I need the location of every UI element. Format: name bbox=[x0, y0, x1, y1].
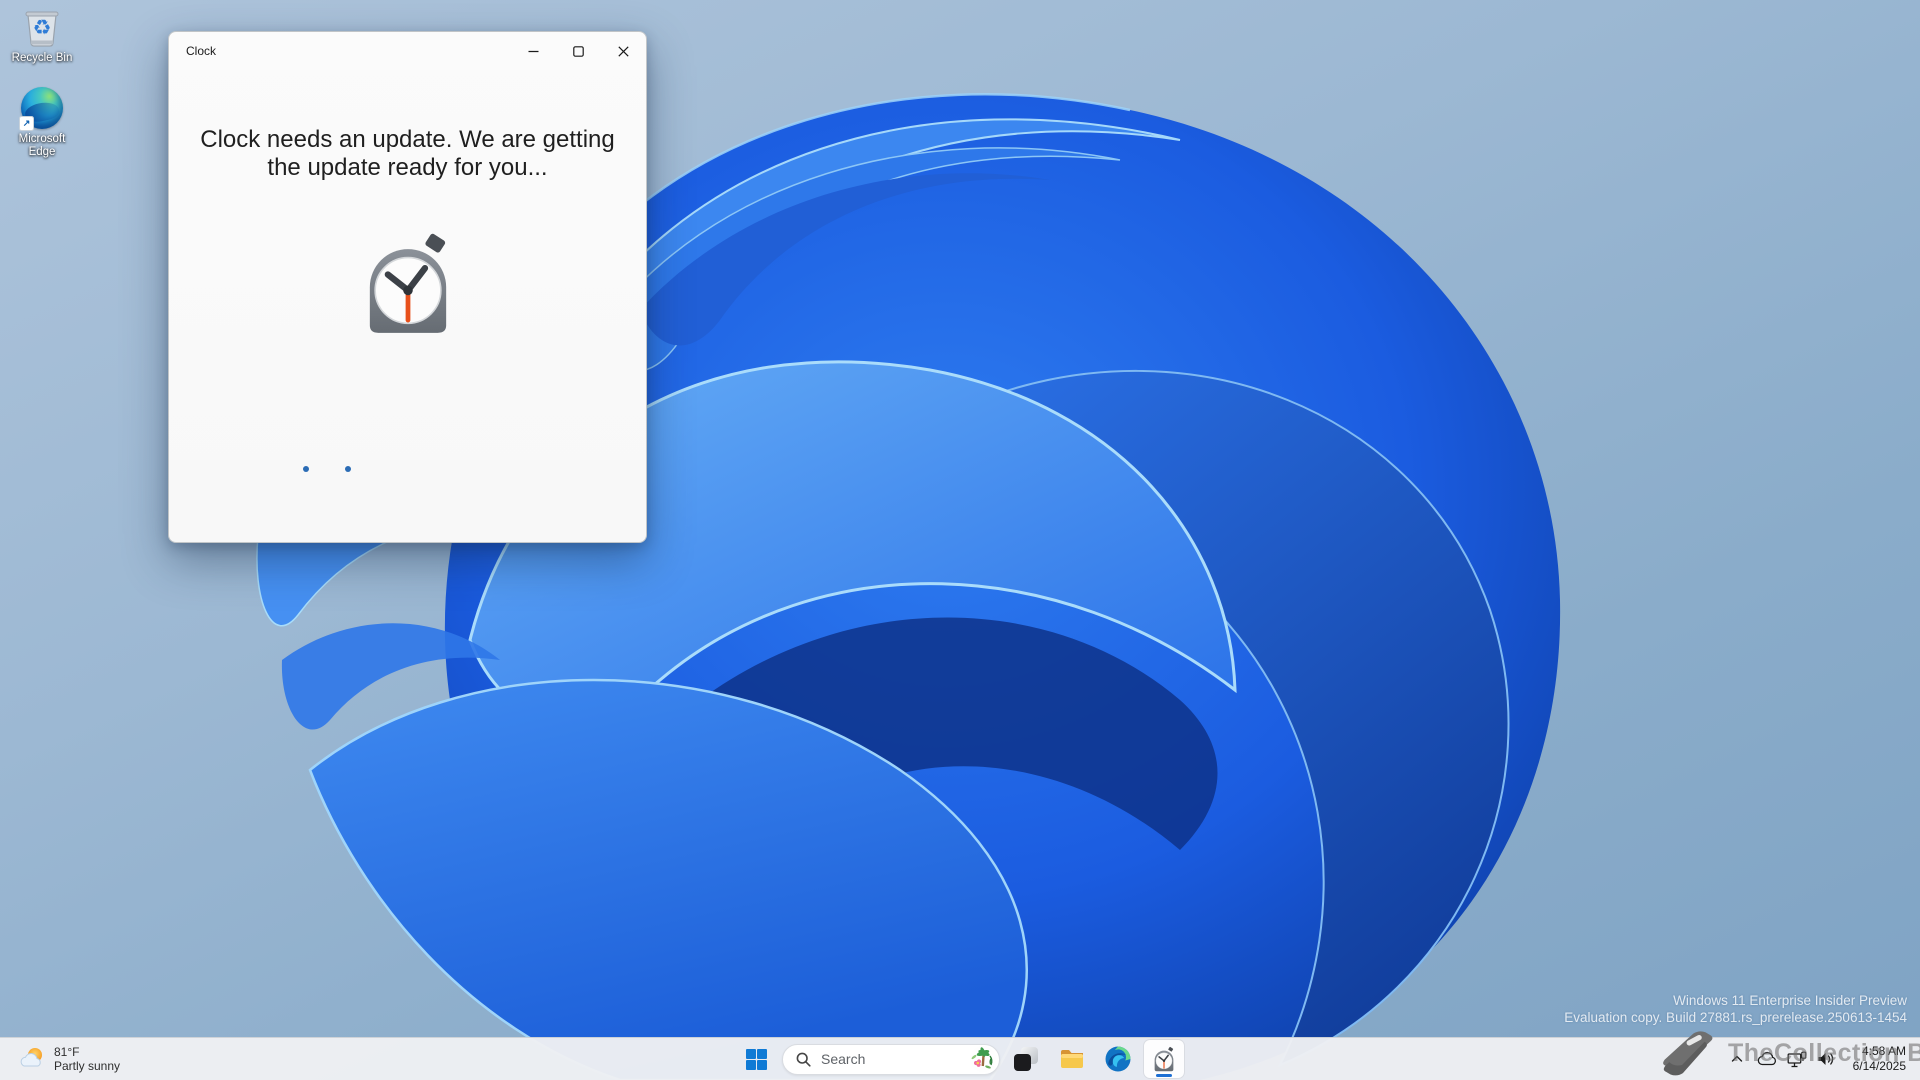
edge-taskbar-button[interactable] bbox=[1098, 1040, 1138, 1078]
close-icon bbox=[618, 45, 629, 57]
close-button[interactable] bbox=[601, 32, 646, 70]
windows-start-icon bbox=[745, 1048, 767, 1070]
task-view-button[interactable] bbox=[1006, 1040, 1046, 1078]
cloud-icon bbox=[1757, 1051, 1776, 1066]
desktop-icon-label: Recycle Bin bbox=[11, 52, 73, 64]
edge-icon bbox=[1105, 1046, 1131, 1072]
insider-build-watermark: Windows 11 Enterprise Insider Preview Ev… bbox=[1564, 992, 1907, 1026]
tray-date: 6/14/2025 bbox=[1852, 1059, 1906, 1073]
desktop-icon-label: Microsoft Edge bbox=[18, 133, 66, 158]
weather-temperature: 81°F bbox=[54, 1045, 80, 1059]
desktop-screen: ♻ Recycle Bin ↗ Microsoft Edge Windows 1… bbox=[0, 0, 1920, 1080]
file-explorer-button[interactable] bbox=[1052, 1040, 1092, 1078]
taskbar: 81°F Partly sunny Search 4:58 AM 6/14/20… bbox=[0, 1037, 1920, 1080]
hidden-icons-button[interactable] bbox=[1727, 1045, 1747, 1073]
volume-tray-button[interactable] bbox=[1817, 1045, 1837, 1073]
start-button[interactable] bbox=[736, 1040, 776, 1078]
search-icon bbox=[796, 1052, 811, 1067]
minimize-icon bbox=[528, 50, 539, 52]
watermark-line-2: Evaluation copy. Build 27881.rs_prerelea… bbox=[1564, 1010, 1907, 1025]
desktop-icon-list: ♻ Recycle Bin ↗ Microsoft Edge bbox=[4, 6, 80, 159]
update-message-line-1: Clock needs an update. We are getting bbox=[200, 126, 615, 153]
onedrive-tray-button[interactable] bbox=[1757, 1045, 1777, 1073]
alarm-clock-icon bbox=[1151, 1046, 1177, 1072]
task-view-icon bbox=[1013, 1046, 1039, 1072]
weather-condition: Partly sunny bbox=[54, 1059, 121, 1073]
system-tray: 4:58 AM 6/14/2025 bbox=[1727, 1038, 1906, 1080]
loading-dot bbox=[303, 466, 309, 472]
search-placeholder: Search bbox=[821, 1051, 866, 1067]
watermark-line-1: Windows 11 Enterprise Insider Preview bbox=[1673, 993, 1907, 1008]
loading-dot bbox=[345, 466, 351, 472]
ethernet-icon bbox=[1787, 1051, 1806, 1067]
minimize-button[interactable] bbox=[511, 32, 556, 70]
speaker-icon bbox=[1818, 1053, 1834, 1065]
desktop-icon-microsoft-edge[interactable]: ↗ Microsoft Edge bbox=[4, 87, 80, 159]
alarm-clock-illustration bbox=[355, 230, 461, 336]
maximize-button[interactable] bbox=[556, 32, 601, 70]
window-titlebar[interactable]: Clock bbox=[169, 32, 646, 70]
window-controls bbox=[511, 32, 646, 70]
active-app-indicator bbox=[1156, 1074, 1172, 1077]
recycle-bin-icon: ♻ bbox=[20, 6, 64, 48]
chevron-up-icon bbox=[1731, 1055, 1742, 1062]
clock-app-taskbar-button[interactable] bbox=[1144, 1040, 1184, 1078]
update-message-line-2: the update ready for you... bbox=[267, 154, 548, 181]
search-box[interactable]: Search bbox=[782, 1043, 1000, 1075]
network-tray-button[interactable] bbox=[1787, 1045, 1807, 1073]
widgets-weather-button[interactable]: 81°F Partly sunny bbox=[10, 1038, 130, 1080]
shortcut-arrow-icon: ↗ bbox=[19, 116, 34, 131]
update-message: Clock needs an update. We are getting th… bbox=[169, 126, 646, 182]
tray-time: 4:58 AM bbox=[1861, 1044, 1906, 1058]
taskbar-center-group: Search bbox=[736, 1038, 1184, 1080]
search-highlight-icon[interactable] bbox=[970, 1046, 996, 1072]
edge-icon: ↗ bbox=[19, 87, 63, 131]
window-title: Clock bbox=[186, 44, 217, 58]
taskbar-clock[interactable]: 4:58 AM 6/14/2025 bbox=[1853, 1044, 1906, 1074]
file-explorer-icon bbox=[1059, 1046, 1085, 1072]
recycle-arrows-icon: ♻ bbox=[32, 16, 52, 40]
desktop-icon-recycle-bin[interactable]: ♻ Recycle Bin bbox=[4, 6, 80, 65]
weather-texts: 81°F Partly sunny bbox=[54, 1045, 120, 1073]
partly-sunny-icon bbox=[20, 1046, 46, 1072]
clock-app-window: Clock Clock needs an update. We are gett… bbox=[168, 31, 647, 543]
maximize-icon bbox=[573, 45, 584, 57]
